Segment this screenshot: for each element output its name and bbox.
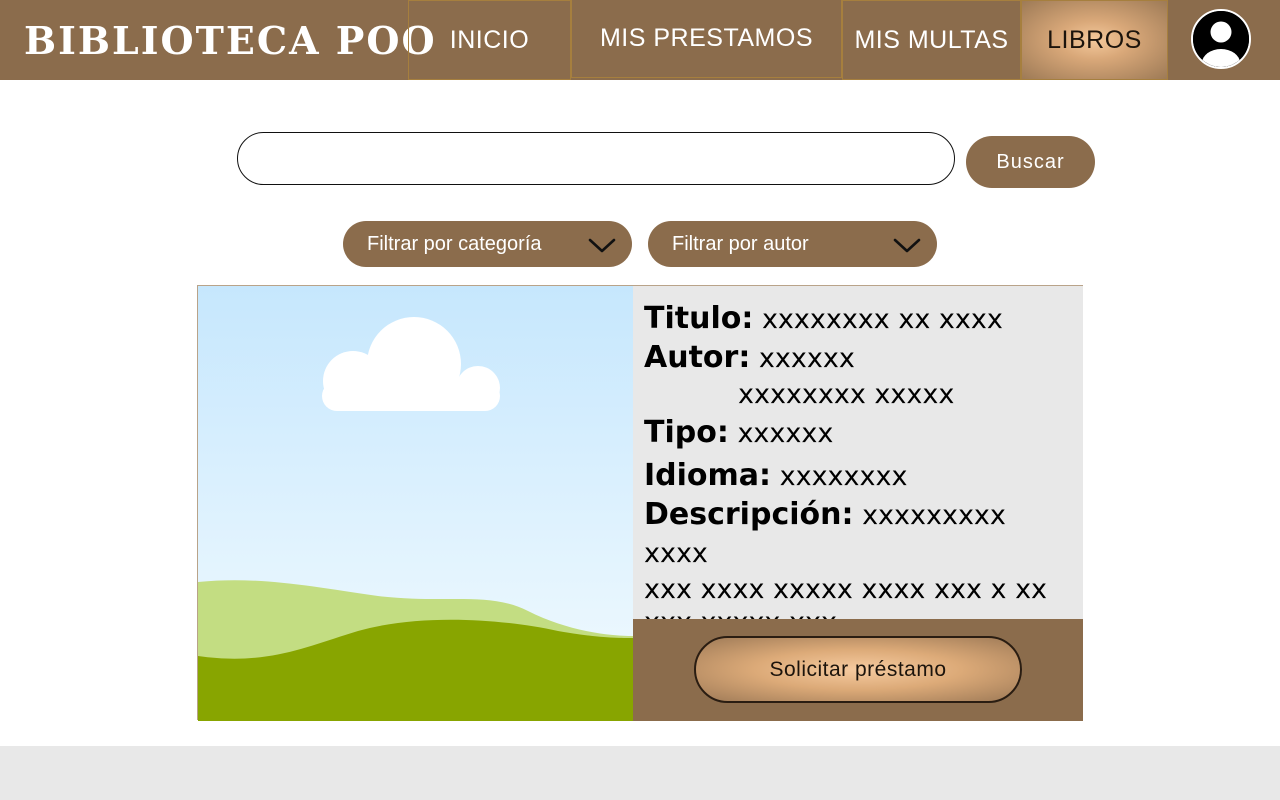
nav-mis-prestamos[interactable]: MIS PRESTAMOS: [571, 0, 842, 78]
book-details-panel: Titulo: xxxxxxxx xx xxxx Autor: xxxxxx x…: [633, 286, 1083, 638]
title-value: xxxxxxxx xx xxxx: [761, 304, 1003, 335]
author-value: xxxxxx: [758, 343, 855, 374]
author-value-continued: xxxxxxxx xxxxx: [738, 379, 955, 410]
author-label: Autor:: [644, 340, 751, 375]
nav-inicio-label: INICIO: [449, 25, 530, 54]
book-description-row: Descripción: xxxxxxxxx xxxx: [644, 496, 1073, 573]
language-label: Idioma:: [644, 458, 772, 493]
category-filter-label: Filtrar por categoría: [367, 232, 542, 255]
description-line-2: xxx xxxx xxxxx xxxx xxx x xx: [644, 574, 1048, 605]
language-value: xxxxxxxx: [779, 461, 908, 492]
search-input[interactable]: [237, 132, 955, 185]
book-cover-image: [198, 286, 633, 721]
book-author-row: Autor: xxxxxx: [644, 339, 1073, 378]
book-type-row: Tipo: xxxxxx: [644, 414, 1073, 453]
nav-mis-prestamos-label: MIS PRESTAMOS: [599, 23, 813, 52]
type-label: Tipo:: [644, 415, 729, 450]
nav-libros[interactable]: LIBROS: [1021, 0, 1168, 80]
request-loan-button[interactable]: Solicitar préstamo: [694, 636, 1022, 703]
landscape-placeholder-image: [198, 286, 633, 721]
footer-band: [0, 746, 1280, 800]
nav-inicio[interactable]: INICIO: [408, 0, 571, 80]
user-icon: [1193, 11, 1249, 67]
nav-libros-label: LIBROS: [1047, 25, 1142, 54]
description-label: Descripción:: [644, 497, 854, 532]
chevron-down-icon: [893, 238, 921, 253]
top-navbar: BIBLIOTECA POO INICIO MIS PRESTAMOS MIS …: [0, 0, 1280, 80]
author-filter-dropdown[interactable]: Filtrar por autor: [648, 221, 937, 267]
author-filter-label: Filtrar por autor: [672, 232, 809, 255]
brand-title: BIBLIOTECA POO: [24, 18, 437, 63]
book-language-row: Idioma: xxxxxxxx: [644, 457, 1073, 496]
type-value: xxxxxx: [737, 418, 834, 449]
nav-mis-multas[interactable]: MIS MULTAS: [842, 0, 1021, 80]
nav-mis-multas-label: MIS MULTAS: [854, 25, 1009, 54]
book-title-row: Titulo: xxxxxxxx xx xxxx: [644, 300, 1073, 339]
category-filter-dropdown[interactable]: Filtrar por categoría: [343, 221, 632, 267]
book-card: Titulo: xxxxxxxx xx xxxx Autor: xxxxxx x…: [197, 285, 1083, 721]
search-button[interactable]: Buscar: [966, 136, 1095, 188]
book-card-footer: Solicitar préstamo: [633, 619, 1083, 721]
user-avatar-button[interactable]: [1191, 9, 1251, 69]
title-label: Titulo:: [644, 301, 754, 336]
chevron-down-icon: [588, 238, 616, 253]
